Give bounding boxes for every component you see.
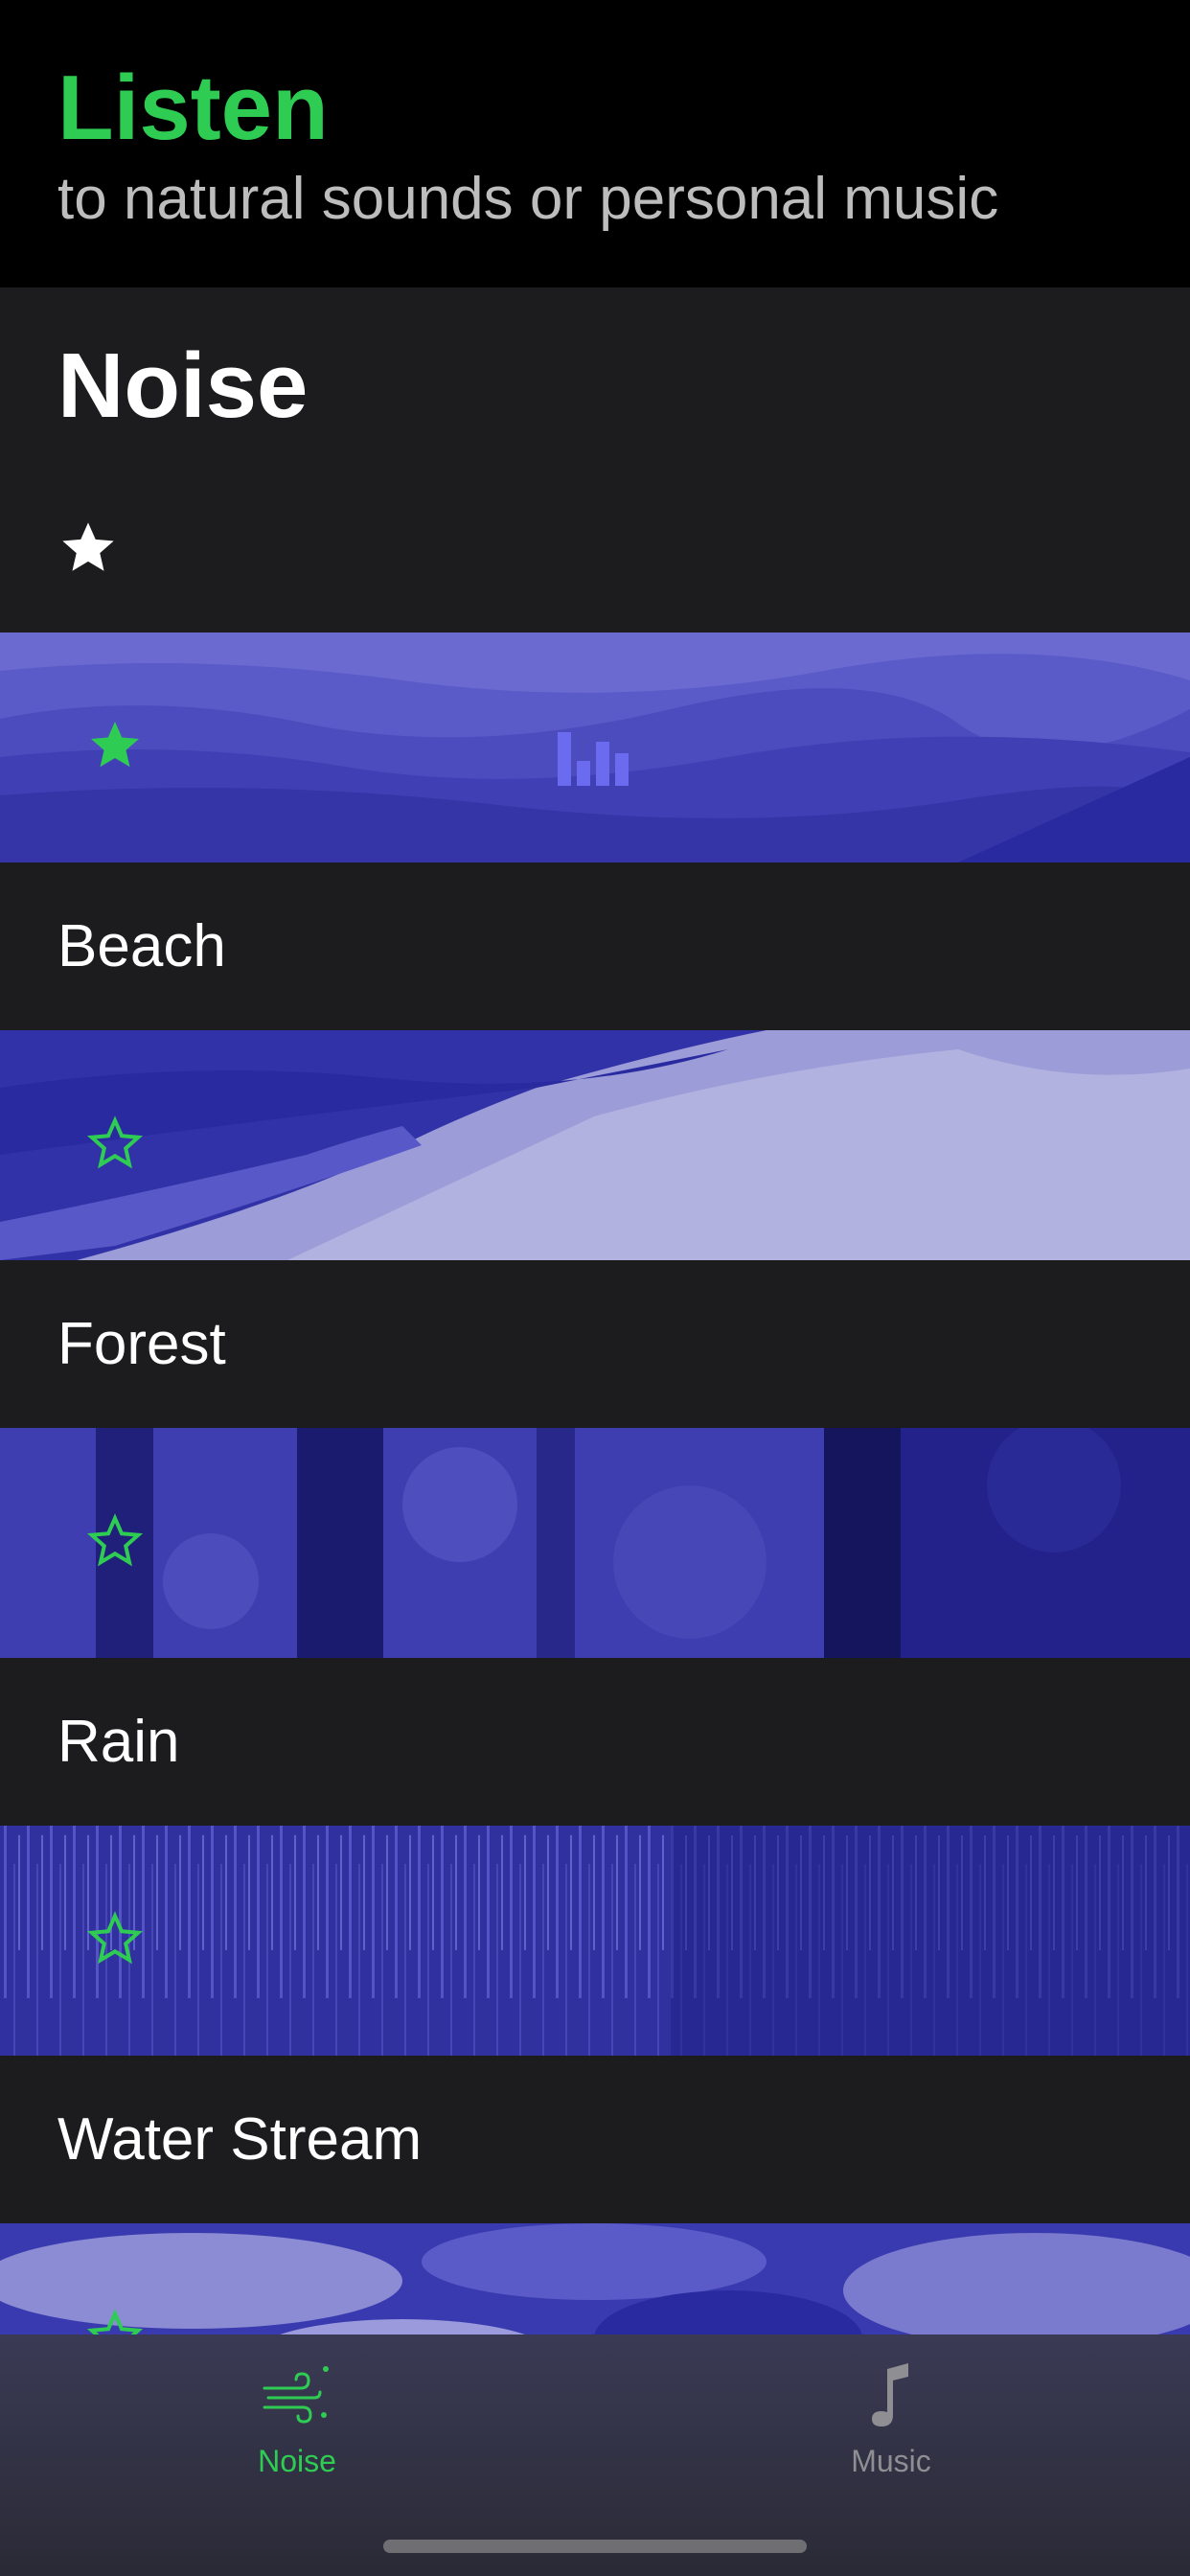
beach-image [0,1030,1190,1260]
favorite-star-outline-icon[interactable] [86,1115,144,1172]
section-title: Noise [57,334,309,437]
sound-label-beach[interactable]: Beach [57,908,226,985]
tab-noise-label: Noise [258,2444,336,2478]
wind-icon [263,2366,329,2424]
favorite-star-outline-icon[interactable] [86,1910,144,1967]
sound-banner-rain[interactable] [0,1826,1190,2056]
sound-label-forest[interactable]: Forest [57,1306,226,1383]
rain-image [0,1826,1190,2056]
sound-banner-forest[interactable] [0,1428,1190,1658]
music-note-icon [872,2363,908,2426]
page-subtitle: to natural sounds or personal music [57,166,999,232]
favorite-star-icon[interactable] [86,717,144,774]
tab-music-label: Music [851,2444,931,2478]
header: Listen to natural sounds or personal mus… [0,0,1190,288]
sound-banner-mountains[interactable] [0,632,1190,862]
sound-label-water-stream[interactable]: Water Stream [57,2102,422,2178]
favorite-star-outline-icon[interactable] [86,1512,144,1570]
tab-noise[interactable]: Noise [153,2334,441,2488]
tab-music[interactable]: Music [747,2334,1035,2488]
now-playing-equalizer-icon [558,732,629,786]
home-indicator [383,2540,807,2553]
page-title: Listen [57,57,329,159]
sound-label-rain[interactable]: Rain [57,1704,180,1781]
sound-banner-beach[interactable] [0,1030,1190,1260]
forest-image [0,1428,1190,1658]
favorites-filter-star-icon[interactable] [57,518,119,579]
